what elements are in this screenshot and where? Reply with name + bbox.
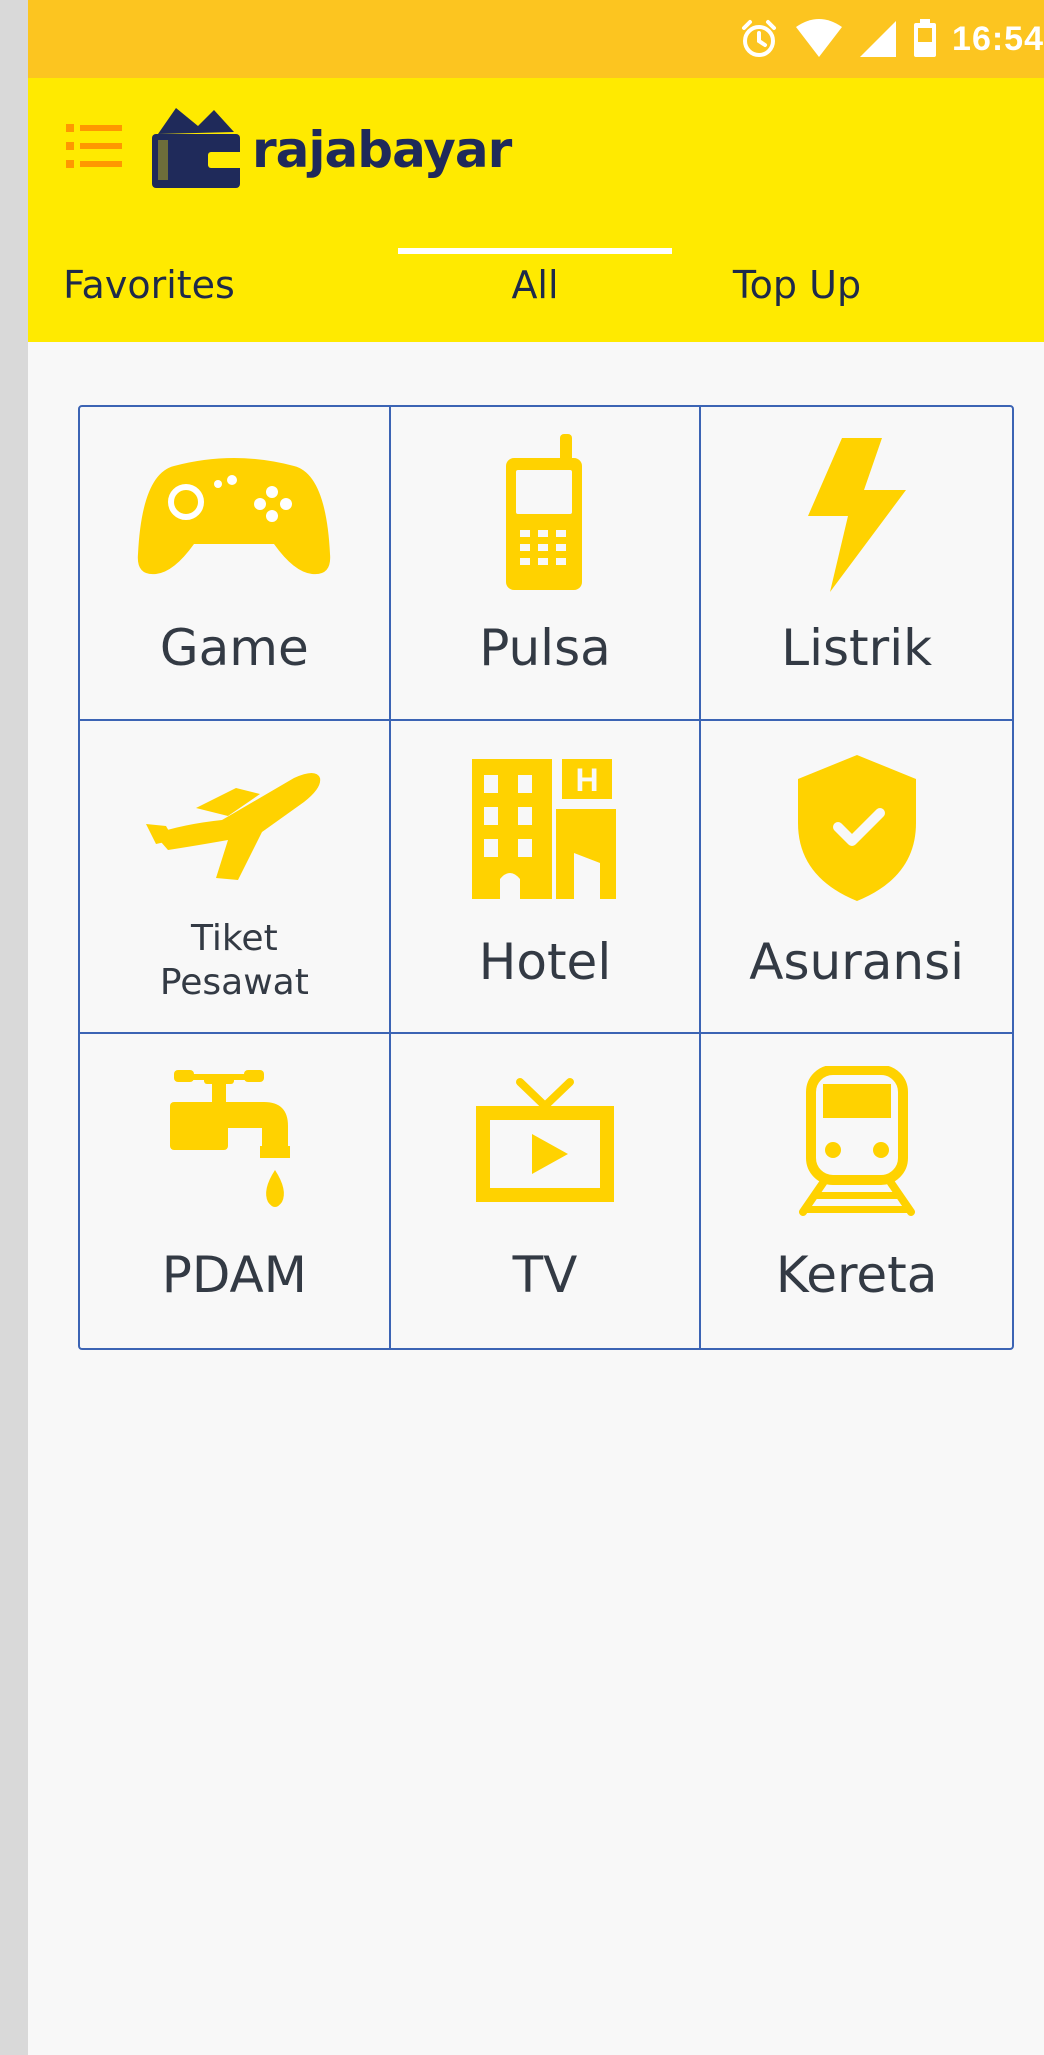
app-logo: rajabayar [148, 102, 512, 198]
category-pulsa[interactable]: Pulsa [390, 407, 702, 721]
status-time: 16:54 [952, 19, 1044, 58]
menu-list-icon [66, 122, 122, 175]
menu-button[interactable] [64, 118, 124, 178]
tab-favorites[interactable]: Favorites [28, 228, 270, 342]
category-label: Tiket Pesawat [80, 917, 389, 1005]
status-bar: 16:54 [28, 0, 1044, 78]
alarm-icon [738, 18, 780, 60]
category-listrik[interactable]: Listrik [701, 407, 1012, 721]
battery-icon [912, 19, 938, 59]
category-pdam[interactable]: PDAM [80, 1034, 391, 1348]
gamepad-icon [80, 425, 389, 603]
shield-check-icon [701, 739, 1012, 917]
category-label: TV [512, 1246, 578, 1305]
mobile-phone-icon [391, 425, 700, 603]
lightning-icon [701, 425, 1012, 603]
category-label: PDAM [161, 1246, 307, 1305]
train-icon [701, 1052, 1012, 1230]
category-label: Listrik [781, 619, 933, 677]
category-label: Hotel [478, 932, 612, 991]
category-tv[interactable]: TV [391, 1034, 702, 1348]
wallet-logo-icon [148, 104, 244, 197]
tab-all[interactable]: All [398, 228, 672, 342]
cell-signal-icon [858, 19, 898, 59]
app-bar: rajabayar Favorites All Top Up [28, 78, 1044, 342]
category-tiket-pesawat[interactable]: Tiket Pesawat [80, 720, 391, 1035]
category-kereta[interactable]: Kereta [701, 1034, 1012, 1348]
category-game[interactable]: Game [80, 407, 391, 721]
category-hotel[interactable]: H Hotel [390, 720, 702, 1035]
wifi-icon [794, 19, 844, 59]
airplane-icon [80, 739, 389, 917]
category-label: Kereta [775, 1246, 938, 1305]
hotel-icon: H [391, 739, 700, 917]
app-screen: 16:54 rajabayar Favorites All Top Up Gam… [28, 0, 1044, 2055]
tab-selected-indicator [398, 248, 672, 254]
tv-icon [391, 1052, 700, 1230]
category-tabs: Favorites All Top Up [28, 228, 1044, 342]
category-label-line1: Tiket [190, 917, 278, 959]
tab-top-up[interactable]: Top Up [672, 228, 922, 342]
category-label-line2: Pesawat [159, 961, 309, 1003]
category-grid: Game Pulsa Listrik Tiket Pesawat H Hotel… [78, 405, 1014, 1350]
category-label: Pulsa [479, 619, 611, 677]
status-icons: 16:54 [738, 14, 1044, 64]
svg-text:H: H [575, 762, 598, 798]
water-tap-icon [80, 1052, 389, 1230]
logo-text: rajabayar [252, 121, 512, 179]
category-label: Game [159, 619, 309, 677]
category-asuransi[interactable]: Asuransi [701, 721, 1012, 1035]
category-label: Asuransi [749, 932, 965, 991]
